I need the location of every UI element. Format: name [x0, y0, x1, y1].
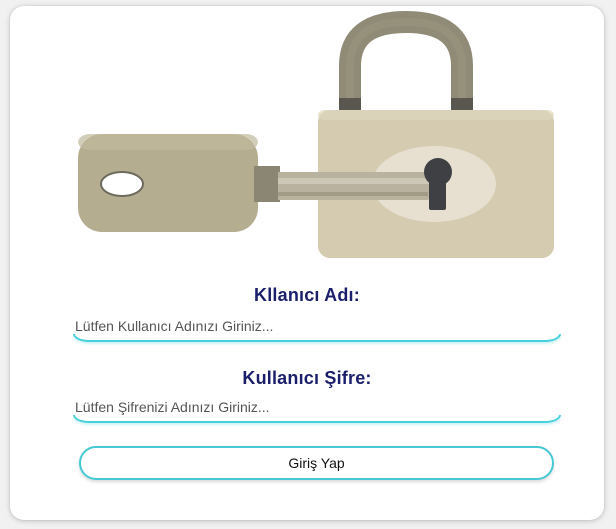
login-button[interactable]: Giriş Yap	[79, 446, 554, 480]
login-card: Kllanıcı Adı: Kullanıcı Şifre: Giriş Yap	[10, 6, 604, 520]
password-label: Kullanıcı Şifre:	[242, 368, 372, 388]
password-underline	[73, 415, 561, 423]
padlock-with-key-icon	[78, 10, 554, 258]
username-underline	[73, 334, 561, 342]
username-label: Kllanıcı Adı:	[254, 285, 360, 305]
